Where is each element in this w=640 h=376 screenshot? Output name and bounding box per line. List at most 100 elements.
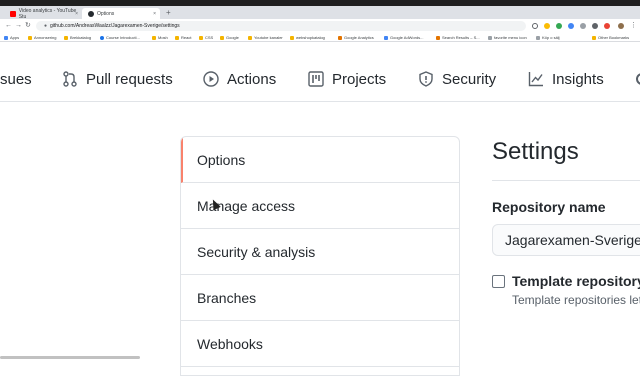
bookmark-item[interactable]: Google AdWords... (384, 35, 424, 40)
site-icon (488, 35, 492, 40)
tab-label: Projects (332, 70, 387, 88)
folder-icon (64, 35, 68, 40)
bookmark-label: Brekkatalog (70, 35, 92, 40)
menu-icon[interactable]: ⋮ (630, 21, 637, 31)
pull-request-icon (63, 71, 77, 87)
extension-icon[interactable] (592, 23, 598, 29)
window-top-edge (0, 0, 640, 6)
browser-toolbar: ← → ↻ ● github.com/AndreasWaalzz/Jagarex… (0, 19, 640, 33)
apps-grid-icon (4, 35, 8, 40)
horizontal-scrollbar[interactable] (0, 356, 140, 359)
bookmark-item[interactable]: Google Analytics (338, 35, 374, 40)
bookmark-label: Other Bookmarks (598, 35, 630, 40)
extension-icon[interactable] (556, 23, 562, 29)
bookmark-item[interactable]: Köp o sälj (536, 35, 560, 40)
site-icon (100, 35, 104, 40)
bookmark-item[interactable]: Course Introducti... (100, 35, 140, 40)
tab-label: Actions (227, 70, 277, 88)
browser-tab-options[interactable]: Options × (82, 8, 160, 19)
tab-issues[interactable]: sues (0, 68, 32, 90)
shield-icon (419, 71, 433, 87)
bookmarks-bar: Apps Annonsering Brekkatalog Course Intr… (0, 33, 640, 42)
menu-item-security-analysis[interactable]: Security & analysis (181, 229, 459, 275)
bookmark-item[interactable]: Youtube kanaler (248, 35, 283, 40)
bookmark-label: webshopkatalog (296, 35, 325, 40)
tab-pull-requests[interactable]: Pull requests (62, 68, 173, 90)
repo-nav: sues Pull requests Actions Projects Secu… (0, 42, 640, 102)
bookmark-label: Köp o sälj (542, 35, 560, 40)
site-icon (436, 35, 440, 40)
forward-button[interactable]: → (15, 21, 22, 31)
extension-icon[interactable] (568, 23, 574, 29)
menu-item-manage-access[interactable]: Manage access (181, 183, 459, 229)
bookmark-item[interactable]: Mosh (152, 35, 168, 40)
browser-tab-youtube[interactable]: Video analytics - YouTube Stu × (4, 7, 82, 20)
folder-icon (175, 35, 179, 40)
folder-icon (28, 35, 32, 40)
bookmark-item[interactable]: Annonsering (28, 35, 56, 40)
bookmark-label: Google Analytics (344, 35, 374, 40)
tab-label: sues (0, 70, 32, 88)
lock-icon: ● (44, 23, 48, 29)
menu-item-branches[interactable]: Branches (181, 275, 459, 321)
graph-icon (528, 72, 543, 87)
tab-label: Security (442, 70, 497, 88)
bookmark-item[interactable]: Search Results – S... (436, 35, 480, 40)
bookmark-label: Apps (10, 35, 20, 40)
folder-icon (220, 35, 224, 40)
tab-title: Options (97, 10, 115, 17)
template-repository-checkbox[interactable] (492, 275, 505, 288)
menu-item-label: Security & analysis (197, 243, 316, 260)
repository-name-input[interactable]: Jagarexamen-Sverige (492, 224, 640, 256)
bookmark-label: Annonsering (34, 35, 57, 40)
tab-label: Pull requests (86, 70, 173, 88)
divider (492, 180, 640, 181)
bookmark-item[interactable]: favorite menu icon (488, 35, 527, 40)
bookmark-label: CSS (205, 35, 214, 40)
github-favicon-icon (88, 10, 94, 17)
menu-item-label: Branches (197, 289, 257, 306)
folder-icon (152, 35, 156, 40)
bookmark-other[interactable]: Other Bookmarks (592, 35, 629, 40)
bookmark-label: Youtube kanaler (254, 35, 283, 40)
settings-sidebar-menu: Options Manage access Security & analysi… (180, 136, 460, 376)
menu-item-webhooks[interactable]: Webhooks (181, 321, 459, 367)
bookmark-item[interactable]: Brekkatalog (64, 35, 91, 40)
reload-button[interactable]: ↻ (25, 21, 31, 31)
bookmark-item[interactable]: CSS (199, 35, 213, 40)
tab-actions[interactable]: Actions (203, 68, 276, 90)
address-bar[interactable]: ● github.com/AndreasWaalzz/Jagarexamen-S… (36, 21, 526, 31)
folder-icon (248, 35, 252, 40)
close-tab-icon[interactable]: × (153, 11, 156, 17)
menu-item-label: Options (197, 151, 246, 168)
tab-label: Insights (552, 70, 604, 88)
extension-icon[interactable] (604, 23, 610, 29)
bookmark-label: Google (226, 35, 239, 40)
adwords-icon (384, 35, 388, 40)
tab-title: Video analytics - YouTube Stu (18, 7, 77, 20)
bookmark-label: Search Results – S... (442, 35, 480, 40)
tab-settings-partial[interactable] (634, 68, 640, 90)
browser-tab-bar: Video analytics - YouTube Stu × Options … (0, 0, 640, 20)
project-icon (308, 71, 324, 87)
bookmark-label: favorite menu icon (494, 35, 527, 40)
new-tab-button[interactable]: + (166, 9, 171, 17)
star-icon[interactable] (532, 23, 538, 29)
extension-icon[interactable] (544, 23, 550, 29)
bookmark-apps[interactable]: Apps (4, 35, 19, 40)
bookmark-label: React (181, 35, 192, 40)
bookmark-item[interactable]: React (175, 35, 191, 40)
back-button[interactable]: ← (5, 21, 12, 31)
bookmark-item[interactable]: Google (220, 35, 239, 40)
folder-icon (592, 35, 596, 40)
bookmark-item[interactable]: webshopkatalog (290, 35, 325, 40)
extension-icon[interactable] (580, 23, 586, 29)
menu-item-options[interactable]: Options (181, 137, 459, 183)
gear-icon (636, 73, 640, 85)
close-tab-icon[interactable]: × (75, 11, 78, 17)
tab-projects[interactable]: Projects (308, 68, 386, 90)
profile-avatar[interactable] (618, 23, 624, 29)
tab-insights[interactable]: Insights (528, 68, 604, 90)
tab-security[interactable]: Security (418, 68, 496, 90)
bookmark-label: Google AdWords... (390, 35, 424, 40)
